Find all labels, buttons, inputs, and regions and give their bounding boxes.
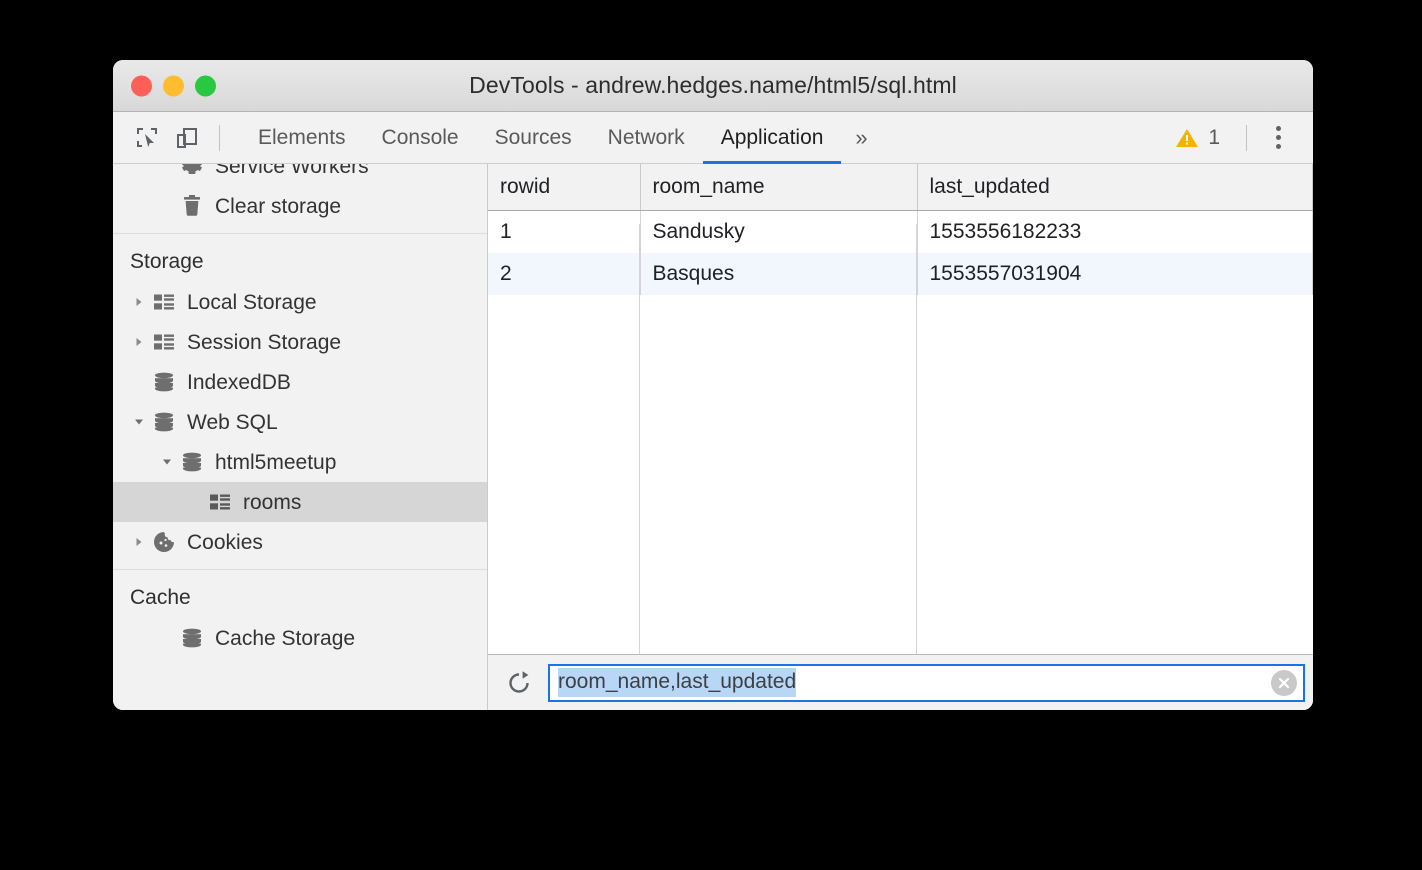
tab-elements[interactable]: Elements xyxy=(240,112,364,163)
sidebar-item-cookies[interactable]: Cookies xyxy=(113,522,487,562)
toolbar-right-group: 1 xyxy=(1175,119,1297,157)
application-sidebar: Service Workers Clear storage xyxy=(113,164,488,710)
sidebar-section-title-storage: Storage xyxy=(113,234,487,282)
cell-last-updated[interactable]: 1553557031904 xyxy=(917,253,1313,295)
database-icon xyxy=(150,372,178,392)
column-header-rowid[interactable]: rowid xyxy=(488,164,640,211)
sidebar-item-clear-storage[interactable]: Clear storage xyxy=(113,186,487,226)
gear-icon xyxy=(178,164,206,178)
table-icon xyxy=(150,293,178,311)
sidebar-section-cache: Cache Cache Stora xyxy=(113,569,487,665)
chevron-right-icon[interactable] xyxy=(128,336,150,348)
sidebar-item-local-storage[interactable]: Local Storage xyxy=(113,282,487,322)
sidebar-item-label: Clear storage xyxy=(215,196,341,217)
sidebar-item-label: Local Storage xyxy=(187,292,317,313)
clear-input-icon[interactable] xyxy=(1271,670,1297,696)
panel-tabs: Elements Console Sources Network Applica… xyxy=(240,112,882,163)
cell-last-updated[interactable]: 1553556182233 xyxy=(917,211,1313,254)
trash-icon xyxy=(178,194,206,218)
minimize-button[interactable] xyxy=(163,75,184,96)
table-icon xyxy=(206,493,234,511)
panel-content: Service Workers Clear storage xyxy=(113,164,1313,710)
data-grid-container: rowid room_name last_updated 1 Sandusky … xyxy=(488,164,1313,654)
query-bar: room_name,last_updated xyxy=(488,654,1313,710)
close-button[interactable] xyxy=(131,75,152,96)
inspect-element-icon[interactable] xyxy=(127,119,167,157)
header-row: rowid room_name last_updated xyxy=(488,164,1313,211)
sidebar-item-label: Cookies xyxy=(187,532,263,553)
chevron-down-icon[interactable] xyxy=(128,416,150,428)
sidebar-item-label: html5meetup xyxy=(215,452,336,473)
devtools-toolbar: Elements Console Sources Network Applica… xyxy=(113,112,1313,164)
cell-room-name[interactable]: Sandusky xyxy=(640,211,917,254)
data-grid-header: rowid room_name last_updated xyxy=(488,164,1313,211)
kebab-dots xyxy=(1276,126,1281,149)
table-icon xyxy=(150,333,178,351)
table-row[interactable]: 2 Basques 1553557031904 xyxy=(488,253,1313,295)
sidebar-section-title-cache: Cache xyxy=(113,570,487,618)
chevron-right-icon[interactable] xyxy=(128,296,150,308)
kebab-menu-icon[interactable] xyxy=(1259,119,1297,157)
sidebar-item-label: Service Workers xyxy=(215,164,369,177)
storage-main-panel: rowid room_name last_updated 1 Sandusky … xyxy=(488,164,1313,710)
window-titlebar: DevTools - andrew.hedges.name/html5/sql.… xyxy=(113,60,1313,112)
toolbar-separator-right xyxy=(1246,125,1247,151)
column-header-room-name[interactable]: room_name xyxy=(640,164,917,211)
traffic-lights xyxy=(131,75,216,96)
sidebar-item-rooms[interactable]: rooms xyxy=(113,482,487,522)
toolbar-separator xyxy=(219,125,220,151)
zoom-button[interactable] xyxy=(195,75,216,96)
table-row[interactable]: 1 Sandusky 1553556182233 xyxy=(488,211,1313,254)
cell-rowid[interactable]: 2 xyxy=(488,253,640,295)
chevron-down-icon[interactable] xyxy=(156,456,178,468)
sidebar-item-label: IndexedDB xyxy=(187,372,291,393)
database-icon xyxy=(150,412,178,432)
data-grid-body: 1 Sandusky 1553556182233 2 Basques 15535… xyxy=(488,211,1313,296)
tab-network[interactable]: Network xyxy=(590,112,703,163)
tab-console[interactable]: Console xyxy=(364,112,477,163)
warning-icon xyxy=(1175,127,1199,149)
tab-sources[interactable]: Sources xyxy=(477,112,590,163)
sidebar-item-label: Cache Storage xyxy=(215,628,355,649)
sidebar-section-storage: Storage xyxy=(113,233,487,569)
cookie-icon xyxy=(150,531,178,553)
data-grid: rowid room_name last_updated 1 Sandusky … xyxy=(488,164,1313,295)
sidebar-item-indexeddb[interactable]: IndexedDB xyxy=(113,362,487,402)
query-input[interactable]: room_name,last_updated xyxy=(548,664,1305,702)
sidebar-section-application: Service Workers Clear storage xyxy=(113,164,487,233)
window-title: DevTools - andrew.hedges.name/html5/sql.… xyxy=(113,72,1313,99)
warning-count: 1 xyxy=(1208,126,1220,150)
sidebar-item-service-workers[interactable]: Service Workers xyxy=(113,164,487,186)
sidebar-item-label: Session Storage xyxy=(187,332,341,353)
column-header-last-updated[interactable]: last_updated xyxy=(917,164,1313,211)
query-input-value[interactable]: room_name,last_updated xyxy=(558,668,796,696)
device-toolbar-icon[interactable] xyxy=(167,119,207,157)
sidebar-item-cache-storage[interactable]: Cache Storage xyxy=(113,618,487,658)
cell-room-name[interactable]: Basques xyxy=(640,253,917,295)
database-icon xyxy=(178,452,206,472)
more-tabs-icon[interactable]: » xyxy=(841,112,881,163)
refresh-icon[interactable] xyxy=(502,666,536,700)
tab-application[interactable]: Application xyxy=(703,112,842,163)
database-icon xyxy=(178,628,206,648)
cell-rowid[interactable]: 1 xyxy=(488,211,640,254)
sidebar-item-html5meetup[interactable]: html5meetup xyxy=(113,442,487,482)
sidebar-item-label: Web SQL xyxy=(187,412,278,433)
chevron-right-icon[interactable] xyxy=(128,536,150,548)
sidebar-item-label: rooms xyxy=(243,492,301,513)
warning-badge[interactable]: 1 xyxy=(1175,126,1234,150)
sidebar-item-web-sql[interactable]: Web SQL xyxy=(113,402,487,442)
sidebar-item-session-storage[interactable]: Session Storage xyxy=(113,322,487,362)
devtools-window: DevTools - andrew.hedges.name/html5/sql.… xyxy=(113,60,1313,710)
